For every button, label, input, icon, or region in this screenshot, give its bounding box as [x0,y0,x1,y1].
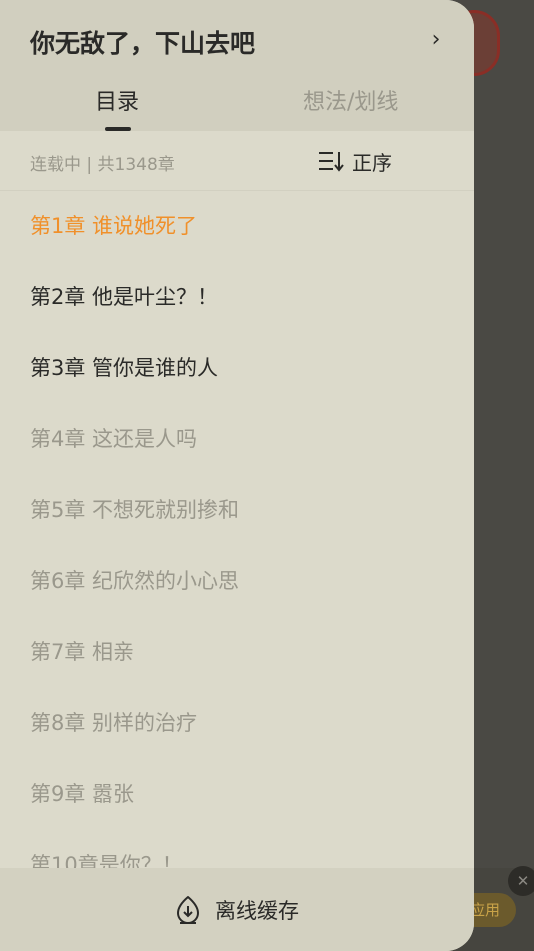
chapter-item-current[interactable]: 第1章 谁说她死了 [30,191,197,262]
chapter-item[interactable]: 第4章 这还是人吗 [30,404,197,475]
table-of-contents-drawer: 你无敌了，下山去吧 › 目录 想法/划线 连载中 | 共1348章 正序 第1章… [0,0,474,951]
book-title[interactable]: 你无敌了，下山去吧 [30,24,255,60]
drawer-header: 你无敌了，下山去吧 › 目录 想法/划线 [0,0,474,131]
chapter-list: 第1章 谁说她死了 第2章 他是叶尘？！ 第3章 管你是谁的人 第4章 这还是人… [0,191,474,868]
sort-order-label: 正序 [352,150,392,175]
offline-cache-label: 离线缓存 [215,899,299,923]
chapter-item[interactable]: 第3章 管你是谁的人 [30,333,218,404]
sort-ascending-icon [318,150,344,172]
chevron-right-icon[interactable]: › [426,28,446,52]
sort-order-button[interactable]: 正序 [318,146,392,176]
chapter-item[interactable]: 第9章 嚣张 [30,759,134,830]
serial-status: 连载中 | 共1348章 [30,155,175,175]
chapter-item[interactable]: 第2章 他是叶尘？！ [30,262,218,333]
drawer-bottom-bar: 离线缓存 [0,868,474,951]
chapter-item[interactable]: 第8章 别样的治疗 [30,688,197,759]
chapter-item[interactable]: 第5章 不想死就别掺和 [30,475,239,546]
chapter-item[interactable]: 第10章是你？！ [30,830,183,868]
offline-download-icon [175,895,201,925]
ad-close-icon[interactable]: ✕ [508,866,534,896]
chapter-item[interactable]: 第7章 相亲 [30,617,134,688]
tab-catalog[interactable]: 目录 [95,84,139,116]
offline-cache-button[interactable]: 离线缓存 [175,894,299,926]
tab-notes[interactable]: 想法/划线 [303,84,398,116]
catalog-status-row: 连载中 | 共1348章 正序 [0,131,474,191]
chapter-item[interactable]: 第6章 纪欣然的小心思 [30,546,239,617]
